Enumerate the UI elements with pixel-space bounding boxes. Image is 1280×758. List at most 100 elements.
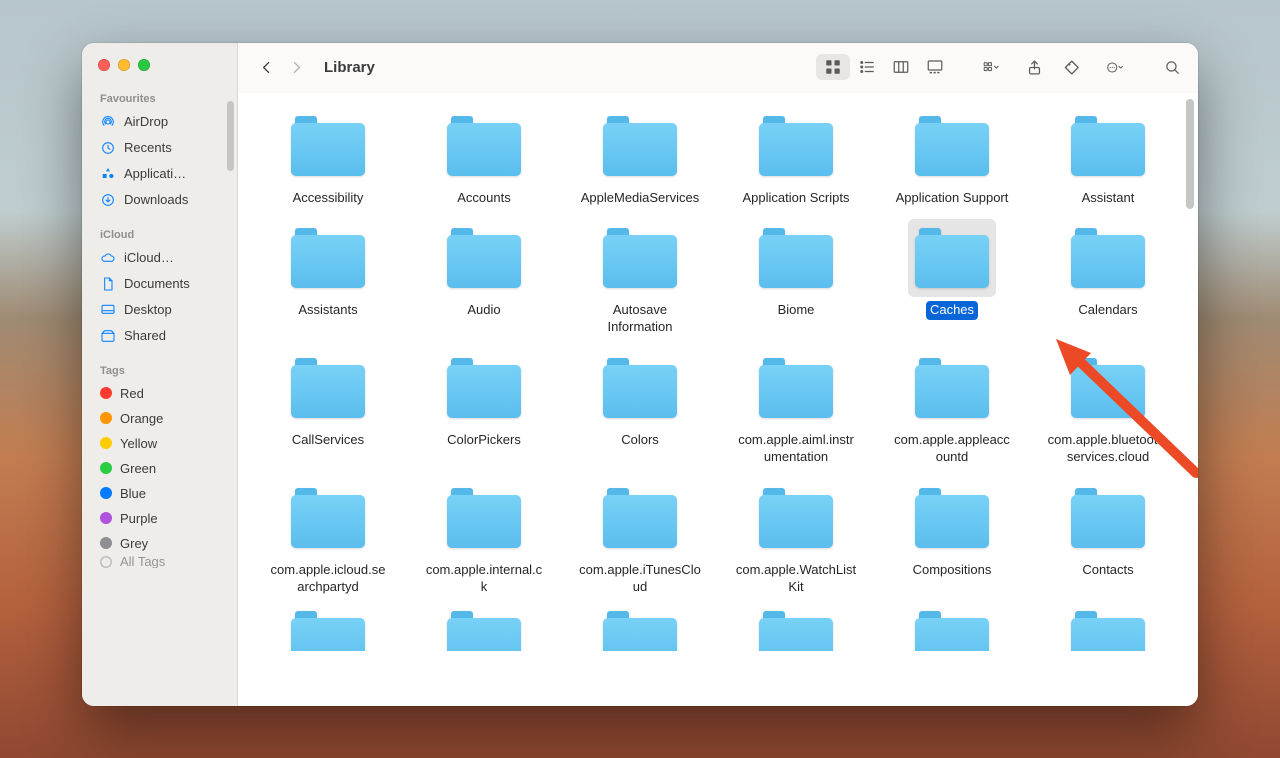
sidebar-tag-purple[interactable]: Purple [82,506,231,531]
folder-icon [908,349,996,427]
desktop-icon [100,302,116,318]
folder-icon [752,349,840,427]
content-area[interactable]: Accessibility Accounts AppleMediaService… [238,93,1198,706]
folder-icon [440,219,528,297]
sidebar-item-applicati[interactable]: Applicati… [82,161,231,187]
minimize-window-button[interactable] [118,59,130,71]
folder-com-apple-appleaccountd[interactable]: com.apple.appleaccountd [882,345,1022,467]
folder-item[interactable] [414,605,554,651]
folder-accessibility[interactable]: Accessibility [258,103,398,208]
sidebar-scroll[interactable]: Favourites AirDropRecentsApplicati…Downl… [82,85,237,706]
share-button[interactable] [1022,53,1046,81]
folder-application-scripts[interactable]: Application Scripts [726,103,866,208]
close-window-button[interactable] [98,59,110,71]
folder-item[interactable] [570,605,710,651]
forward-button[interactable] [282,53,310,81]
tag-dot-icon [100,412,112,424]
sidebar-tag-green[interactable]: Green [82,456,231,481]
sidebar-item-label: Green [120,461,156,476]
sidebar-tag-grey[interactable]: Grey [82,531,231,556]
folder-label: Assistant [1078,189,1139,208]
folder-icon [1064,479,1152,557]
sidebar-item-airdrop[interactable]: AirDrop [82,109,231,135]
folder-icon [908,479,996,557]
sidebar-scrollbar-thumb[interactable] [227,101,234,171]
folder-label: Assistants [294,301,361,320]
folder-contacts[interactable]: Contacts [1038,475,1178,580]
sidebar-item-icloud[interactable]: iCloud… [82,245,231,271]
search-button[interactable] [1160,53,1184,81]
folder-com-apple-internal-ck[interactable]: com.apple.internal.ck [414,475,554,597]
folder-applemediaservices[interactable]: AppleMediaServices [570,103,710,208]
sidebar-item-downloads[interactable]: Downloads [82,187,231,213]
folder-colorpickers[interactable]: ColorPickers [414,345,554,450]
folder-icon [1064,609,1152,651]
folder-assistants[interactable]: Assistants [258,215,398,320]
folder-accounts[interactable]: Accounts [414,103,554,208]
column-view-button[interactable] [884,54,918,80]
tag-dot-icon [100,462,112,474]
folder-calendars[interactable]: Calendars [1038,215,1178,320]
list-view-button[interactable] [850,54,884,80]
sidebar-tag-alltags[interactable]: All Tags [82,556,231,568]
folder-icon [284,609,372,651]
sidebar-item-label: Purple [120,511,158,526]
folder-assistant[interactable]: Assistant [1038,103,1178,208]
icon-view-button[interactable] [816,54,850,80]
sidebar-item-label: iCloud… [124,250,174,265]
folder-com-apple-aiml-instrumentation[interactable]: com.apple.aiml.instrumentation [726,345,866,467]
sidebar-item-label: Shared [124,328,166,343]
folder-label: Accessibility [289,189,368,208]
sidebar-tag-blue[interactable]: Blue [82,481,231,506]
folder-label: AppleMediaServices [577,189,704,208]
maximize-window-button[interactable] [138,59,150,71]
folder-icon [752,107,840,185]
finder-window: Favourites AirDropRecentsApplicati…Downl… [82,43,1198,706]
gallery-view-button[interactable] [918,54,952,80]
folder-label: Colors [617,431,663,450]
sidebar-tag-orange[interactable]: Orange [82,406,231,431]
folder-icon [752,219,840,297]
folder-icon [1064,349,1152,427]
toolbar: Library [238,43,1198,93]
folder-com-apple-watchlistkit[interactable]: com.apple.WatchListKit [726,475,866,597]
group-by-button[interactable] [974,53,1008,81]
folder-caches[interactable]: Caches [882,215,1022,320]
folder-compositions[interactable]: Compositions [882,475,1022,580]
clock-icon [100,140,116,156]
folder-application-support[interactable]: Application Support [882,103,1022,208]
folder-colors[interactable]: Colors [570,345,710,450]
folder-audio[interactable]: Audio [414,215,554,320]
folder-com-apple-icloud-searchpartyd[interactable]: com.apple.icloud.searchpartyd [258,475,398,597]
more-actions-button[interactable] [1098,53,1130,81]
shared-icon [100,328,116,344]
folder-label: Accounts [453,189,514,208]
sidebar-item-label: Yellow [120,436,157,451]
sidebar-item-label: Orange [120,411,163,426]
folder-biome[interactable]: Biome [726,215,866,320]
folder-icon [596,479,684,557]
folder-label: Calendars [1074,301,1141,320]
folder-icon [440,107,528,185]
sidebar-item-desktop[interactable]: Desktop [82,297,231,323]
folder-item[interactable] [1038,605,1178,651]
back-button[interactable] [252,53,280,81]
folder-autosave-information[interactable]: Autosave Information [570,215,710,337]
folder-label: com.apple.appleaccountd [887,431,1017,467]
sidebar-tag-red[interactable]: Red [82,381,231,406]
sidebar-item-recents[interactable]: Recents [82,135,231,161]
folder-label: Application Support [892,189,1013,208]
folder-item[interactable] [726,605,866,651]
folder-com-apple-itunescloud[interactable]: com.apple.iTunesCloud [570,475,710,597]
sidebar-item-documents[interactable]: Documents [82,271,231,297]
folder-callservices[interactable]: CallServices [258,345,398,450]
folder-item[interactable] [882,605,1022,651]
folder-com-apple-bluetooth-services-cloud[interactable]: com.apple.bluetooth.services.cloud [1038,345,1178,467]
folder-icon [596,107,684,185]
tags-button[interactable] [1060,53,1084,81]
folder-item[interactable] [258,605,398,651]
sidebar-tag-yellow[interactable]: Yellow [82,431,231,456]
sidebar-item-shared[interactable]: Shared [82,323,231,349]
tag-dot-icon [100,387,112,399]
content-scrollbar-thumb[interactable] [1186,99,1194,209]
